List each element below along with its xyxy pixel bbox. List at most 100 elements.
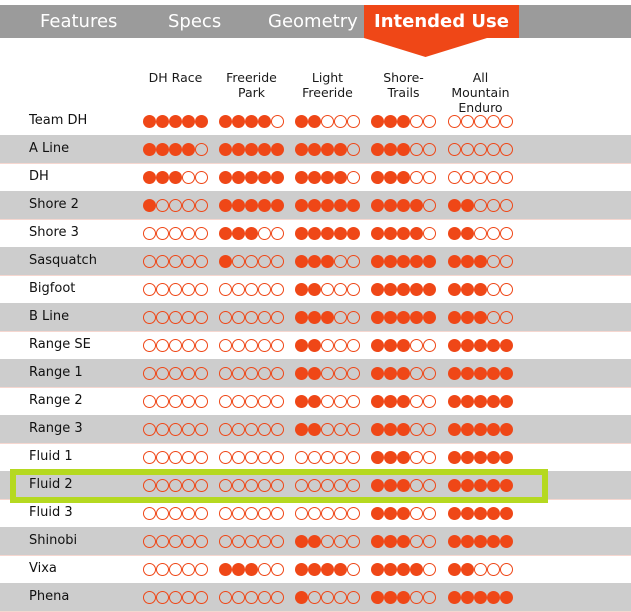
rating-dot-filled xyxy=(487,422,500,436)
rating-dot-filled xyxy=(448,450,461,464)
rating-dot-filled xyxy=(384,562,397,576)
rating-dot-filled xyxy=(295,562,308,576)
table-row[interactable]: Range 2 xyxy=(0,387,631,415)
rating-dot-empty xyxy=(156,478,169,492)
rating-dots xyxy=(448,499,513,527)
rating-dot-filled xyxy=(448,394,461,408)
rating-dot-empty xyxy=(321,282,334,296)
row-label: DH xyxy=(29,169,49,184)
rating-dot-empty xyxy=(232,478,245,492)
rating-dots xyxy=(448,191,513,219)
rating-dot-filled xyxy=(423,254,436,268)
rating-dot-filled xyxy=(156,114,169,128)
rating-dots xyxy=(219,247,284,275)
table-row[interactable]: B Line xyxy=(0,303,631,332)
rating-dot-empty xyxy=(182,506,195,520)
rating-dot-filled xyxy=(397,478,410,492)
rating-dot-empty xyxy=(347,366,360,380)
rating-dot-empty xyxy=(487,254,500,268)
rating-dot-filled xyxy=(384,254,397,268)
table-row[interactable]: Fluid 3 xyxy=(0,499,631,527)
rating-dot-empty xyxy=(156,422,169,436)
table-row[interactable]: Range SE xyxy=(0,331,631,359)
table-row[interactable]: Shinobi xyxy=(0,527,631,556)
rating-dots xyxy=(295,443,360,471)
rating-dot-empty xyxy=(487,114,500,128)
rating-dot-empty xyxy=(182,366,195,380)
rating-dot-filled xyxy=(461,590,474,604)
rating-dot-empty xyxy=(271,310,284,324)
rating-dot-empty xyxy=(195,478,208,492)
rating-dot-filled xyxy=(371,142,384,156)
rating-dot-empty xyxy=(461,170,474,184)
rating-dots xyxy=(143,471,208,499)
tab-specs[interactable]: Specs xyxy=(158,5,231,38)
rating-dots xyxy=(143,499,208,527)
rating-dot-filled xyxy=(169,142,182,156)
rating-dot-empty xyxy=(169,254,182,268)
rating-dots xyxy=(219,359,284,387)
table-row[interactable]: Fluid 2 xyxy=(0,471,631,500)
rating-dot-filled xyxy=(371,170,384,184)
table-row[interactable]: Shore 3 xyxy=(0,219,631,247)
table-row[interactable]: Range 1 xyxy=(0,359,631,388)
rating-dot-filled xyxy=(461,198,474,212)
table-row[interactable]: Team DH xyxy=(0,107,631,135)
rating-dot-empty xyxy=(500,114,513,128)
rating-dot-filled xyxy=(423,282,436,296)
table-row[interactable]: DH xyxy=(0,163,631,191)
rating-dots xyxy=(371,471,436,499)
rating-dot-empty xyxy=(334,394,347,408)
rating-dot-empty xyxy=(169,198,182,212)
rating-dot-empty xyxy=(500,310,513,324)
rating-dot-filled xyxy=(321,226,334,240)
rating-dots xyxy=(295,555,360,583)
rating-dot-filled xyxy=(397,142,410,156)
rating-dots xyxy=(143,163,208,191)
table-row[interactable]: Vixa xyxy=(0,555,631,583)
table-row[interactable]: Fluid 1 xyxy=(0,443,631,471)
table-row[interactable]: Shore 2 xyxy=(0,191,631,220)
rating-dot-empty xyxy=(487,282,500,296)
rating-dot-empty xyxy=(195,590,208,604)
tab-geometry[interactable]: Geometry xyxy=(258,5,368,38)
table-row[interactable]: Phena xyxy=(0,583,631,612)
rating-dot-filled xyxy=(384,590,397,604)
table-row[interactable]: Range 3 xyxy=(0,415,631,444)
rating-dots xyxy=(295,275,360,303)
rating-dot-filled xyxy=(143,142,156,156)
table-row[interactable]: A Line xyxy=(0,135,631,164)
rating-dot-filled xyxy=(448,254,461,268)
tab-intended-use[interactable]: Intended Use xyxy=(364,5,519,38)
rating-dot-filled xyxy=(384,534,397,548)
tab-features[interactable]: Features xyxy=(30,5,127,38)
rating-dots xyxy=(295,387,360,415)
rating-dots xyxy=(219,415,284,443)
rating-dot-filled xyxy=(271,198,284,212)
rating-dots xyxy=(295,359,360,387)
rating-dot-filled xyxy=(448,226,461,240)
rating-dot-empty xyxy=(321,534,334,548)
rating-dot-filled xyxy=(461,338,474,352)
rating-dot-filled xyxy=(295,534,308,548)
table-row[interactable]: Sasquatch xyxy=(0,247,631,276)
rating-dot-filled xyxy=(232,170,245,184)
rating-dot-empty xyxy=(258,282,271,296)
rating-dots xyxy=(371,555,436,583)
rating-dots xyxy=(371,359,436,387)
rating-dot-empty xyxy=(423,562,436,576)
rating-dot-filled xyxy=(308,170,321,184)
rating-dot-empty xyxy=(232,366,245,380)
rating-dot-empty xyxy=(347,338,360,352)
rating-dot-empty xyxy=(156,226,169,240)
rating-dot-empty xyxy=(487,562,500,576)
rating-dot-filled xyxy=(258,114,271,128)
rating-dots xyxy=(219,499,284,527)
rating-dot-filled xyxy=(347,226,360,240)
rating-dot-empty xyxy=(258,562,271,576)
rating-dots xyxy=(371,387,436,415)
rating-dot-empty xyxy=(448,170,461,184)
rating-dot-filled xyxy=(371,338,384,352)
table-row[interactable]: Bigfoot xyxy=(0,275,631,303)
rating-dot-empty xyxy=(245,478,258,492)
